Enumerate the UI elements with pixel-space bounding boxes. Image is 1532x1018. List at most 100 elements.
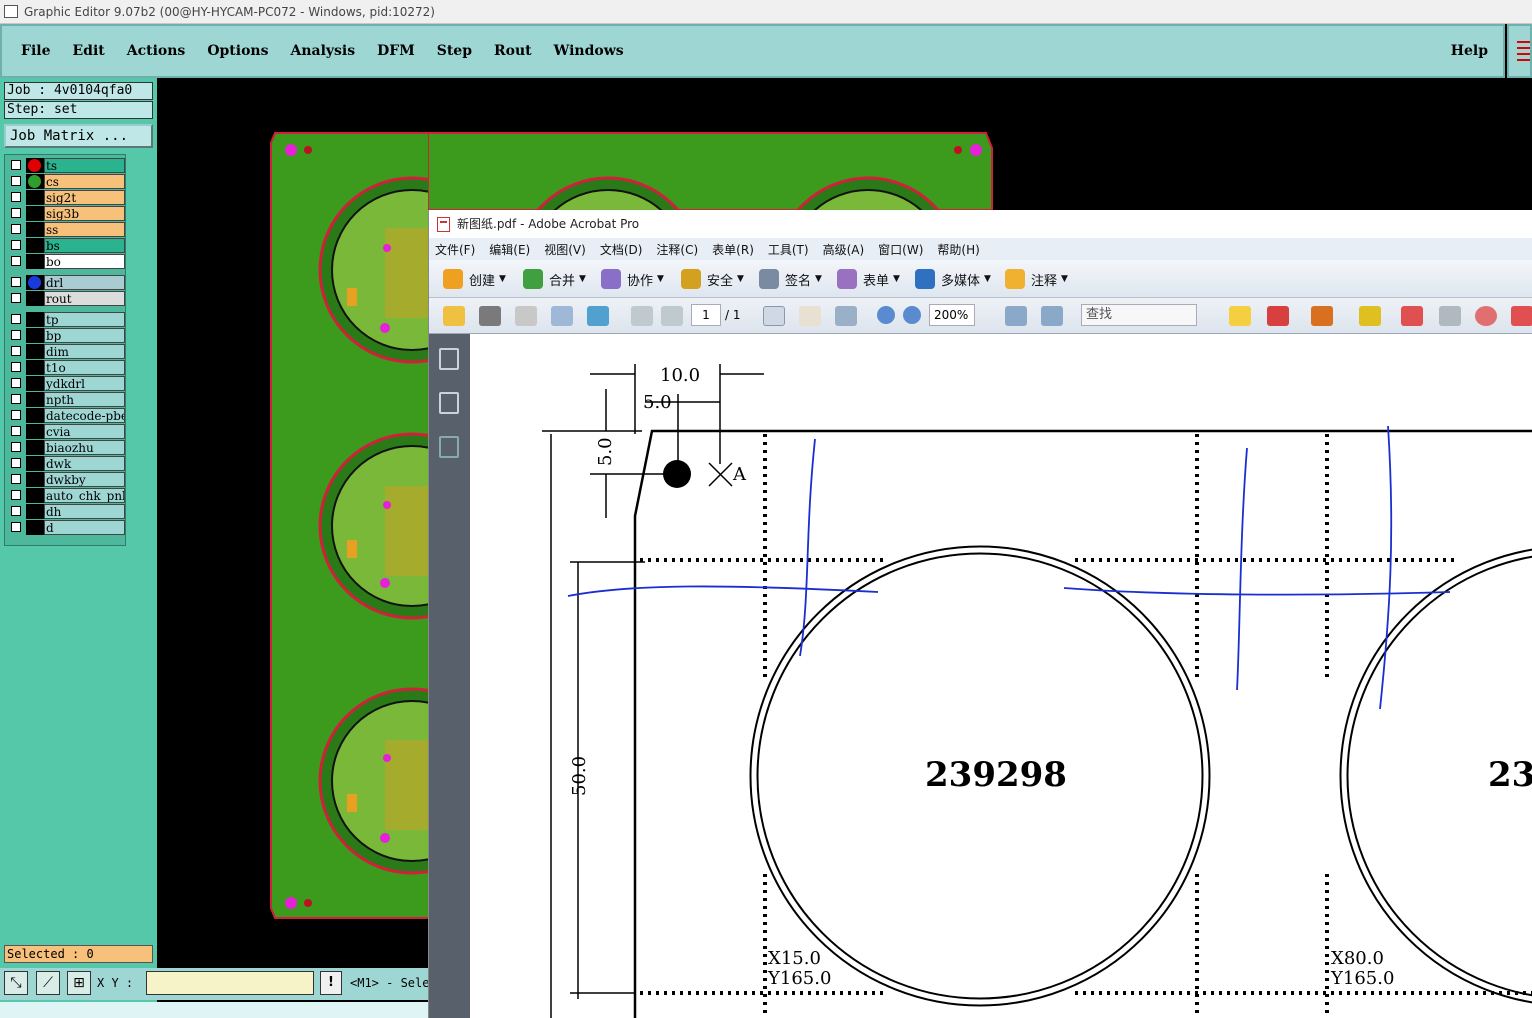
fit-width-icon[interactable] [1041,306,1063,326]
layer-checkbox[interactable] [11,176,21,186]
layer-checkbox[interactable] [11,192,21,202]
layer-row-dh[interactable]: dh [7,504,125,519]
highlight-icon[interactable] [1359,306,1381,326]
layer-color-cell[interactable] [26,424,44,439]
layer-row-d[interactable]: d [7,520,125,535]
layer-color-cell[interactable] [26,206,44,221]
menu-help[interactable]: Help [1448,43,1491,59]
share-icon[interactable] [587,306,609,326]
pdf-page[interactable]: 10.0 5.0 5.0 50.0 A 239298 239 X15.0 Y16… [470,334,1532,1018]
comment-button[interactable]: 注释 ▼ [1005,269,1068,289]
select-text-icon[interactable] [763,306,785,326]
layer-name[interactable]: ss [44,222,125,237]
markup-icon[interactable] [1401,306,1423,326]
layer-name[interactable]: auto_chk_pnl [44,488,125,503]
layer-row-bo[interactable]: bo [7,254,125,269]
layer-checkbox[interactable] [11,426,21,436]
layer-row-rout[interactable]: rout [7,291,125,306]
signatures-icon[interactable] [439,436,459,458]
sticky-note-icon[interactable] [1229,306,1251,326]
layer-color-cell[interactable] [26,392,44,407]
list-icon[interactable] [1439,306,1461,326]
next-page-icon[interactable] [661,306,683,326]
layer-name[interactable]: dim [44,344,125,359]
layer-color-cell[interactable] [26,238,44,253]
layer-checkbox[interactable] [11,256,21,266]
layer-name[interactable]: dwkby [44,472,125,487]
layer-name[interactable]: sig2t [44,190,125,205]
layer-row-ss[interactable]: ss [7,222,125,237]
layer-checkbox[interactable] [11,277,21,287]
layer-checkbox[interactable] [11,362,21,372]
forms-button[interactable]: 表单 ▼ [837,269,900,289]
layer-color-cell[interactable] [26,440,44,455]
layer-name[interactable]: d [44,520,125,535]
layer-name[interactable]: cs [44,174,125,189]
page-number-input[interactable]: 1 [691,304,721,326]
layer-color-cell[interactable] [26,472,44,487]
layer-name[interactable]: datecode-pbe [44,408,125,423]
layer-color-cell[interactable] [26,158,44,173]
layer-row-cs[interactable]: cs [7,174,125,189]
exclamation-button[interactable]: ! [320,971,342,995]
acrobat-menu-item[interactable]: 编辑(E) [489,241,530,258]
layer-color-cell[interactable] [26,520,44,535]
security-button[interactable]: 安全 ▼ [681,269,744,289]
stamp-icon[interactable] [1311,306,1333,326]
layer-checkbox[interactable] [11,208,21,218]
layer-color-cell[interactable] [26,328,44,343]
layer-checkbox[interactable] [11,346,21,356]
layer-checkbox[interactable] [11,160,21,170]
layer-color-cell[interactable] [26,456,44,471]
print-icon[interactable] [479,306,501,326]
zoom-window-button[interactable]: ⤡ [4,971,28,995]
layer-row-dim[interactable]: dim [7,344,125,359]
layer-row-cvia[interactable]: cvia [7,424,125,439]
layer-color-cell[interactable] [26,488,44,503]
layer-checkbox[interactable] [11,458,21,468]
layer-row-bs[interactable]: bs [7,238,125,253]
hand-tool-icon[interactable] [799,306,821,326]
layer-name[interactable]: t1o [44,360,125,375]
create-button[interactable]: 创建 ▼ [443,269,506,289]
toolbox-stub[interactable] [1507,24,1532,78]
layer-name[interactable]: dh [44,504,125,519]
layer-name[interactable]: tp [44,312,125,327]
layer-row-drl[interactable]: drl [7,275,125,290]
acrobat-menu-item[interactable]: 窗口(W) [878,241,923,258]
zoom-out-icon[interactable] [877,306,895,324]
cad-canvas-top[interactable] [428,78,1028,210]
layer-color-cell[interactable] [26,360,44,375]
menu-rout[interactable]: Rout [491,43,535,59]
layer-row-datecode-pbe[interactable]: datecode-pbe [7,408,125,423]
layer-color-cell[interactable] [26,222,44,237]
menu-actions[interactable]: Actions [124,43,189,59]
layer-name[interactable]: bo [44,254,125,269]
layer-row-tp[interactable]: tp [7,312,125,327]
layer-name[interactable]: sig3b [44,206,125,221]
layer-checkbox[interactable] [11,410,21,420]
acrobat-menu-item[interactable]: 帮助(H) [937,241,979,258]
open-folder-icon[interactable] [443,306,465,326]
bookmarks-icon[interactable] [439,392,459,414]
layer-checkbox[interactable] [11,490,21,500]
layer-name[interactable]: bs [44,238,125,253]
grid-button[interactable]: ⊞ [67,971,91,995]
layer-checkbox[interactable] [11,240,21,250]
layer-color-cell[interactable] [26,174,44,189]
layer-color-cell[interactable] [26,275,44,290]
cad-canvas[interactable] [157,78,428,968]
layer-row-biaozhu[interactable]: biaozhu [7,440,125,455]
layer-color-cell[interactable] [26,504,44,519]
layer-checkbox[interactable] [11,506,21,516]
layer-row-dwk[interactable]: dwk [7,456,125,471]
pages-icon[interactable] [439,348,459,370]
layer-color-cell[interactable] [26,291,44,306]
layer-color-cell[interactable] [26,254,44,269]
menu-analysis[interactable]: Analysis [287,43,358,59]
acrobat-menu-item[interactable]: 视图(V) [544,241,586,258]
menu-options[interactable]: Options [204,43,271,59]
layer-row-dwkby[interactable]: dwkby [7,472,125,487]
acrobat-menu-item[interactable]: 注释(C) [656,241,698,258]
layer-name[interactable]: ydkdrl [44,376,125,391]
